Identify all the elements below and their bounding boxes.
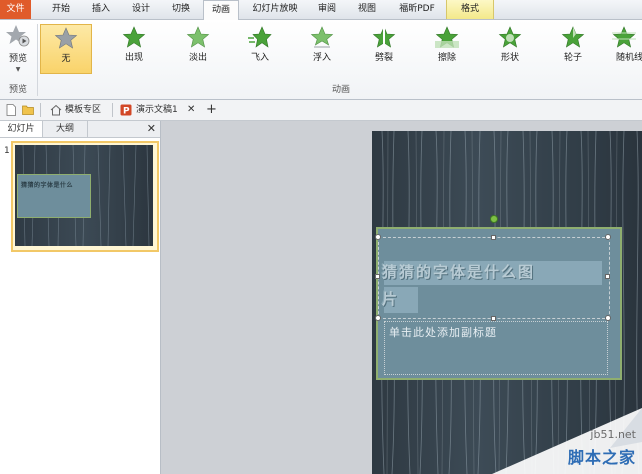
close-document-icon[interactable]: ✕ [187, 100, 195, 120]
tab-document[interactable]: 演示文稿1 [136, 100, 178, 120]
star-none-icon [54, 27, 78, 49]
effect-wheel[interactable]: 轮子 [547, 24, 599, 68]
effect-random-bars-label: 随机线 [616, 53, 642, 63]
close-pane-icon[interactable]: ✕ [147, 121, 156, 137]
effect-appear[interactable]: 出现 [108, 24, 160, 68]
pane-tabs: 幻灯片 大纲 ✕ [0, 121, 160, 138]
resize-handle-ne[interactable] [605, 234, 611, 240]
powerpoint-file-icon: P [120, 104, 132, 116]
slide-number: 1 [4, 146, 10, 156]
star-float-in-icon [310, 26, 334, 48]
tab-home[interactable]: 开始 [46, 0, 76, 19]
preview-dropdown-icon[interactable]: ▼ [16, 66, 21, 73]
group-label-preview: 预览 [8, 85, 27, 95]
tab-design[interactable]: 设计 [126, 0, 156, 19]
resize-handle-sw[interactable] [375, 315, 381, 321]
effect-fade-label: 淡出 [188, 53, 207, 63]
watermark-site: jb51.net [590, 428, 636, 441]
tab-slideshow[interactable]: 幻灯片放映 [246, 0, 304, 19]
document-tab-bar: 模板专区 P 演示文稿1 ✕ + [0, 100, 642, 121]
star-shape-icon [498, 26, 522, 48]
effect-split[interactable]: 劈裂 [358, 24, 410, 68]
star-wipe-icon [435, 26, 459, 48]
resize-handle-se[interactable] [605, 315, 611, 321]
open-folder-icon[interactable] [22, 104, 34, 116]
new-tab-button[interactable]: + [206, 100, 217, 120]
tab-slides[interactable]: 幻灯片 [0, 121, 43, 137]
thumbnail-panel [17, 174, 91, 218]
effect-none[interactable]: 无 [40, 24, 92, 74]
tab-view[interactable]: 视图 [352, 0, 382, 19]
resize-handle-w[interactable] [375, 274, 380, 279]
star-fade-icon [186, 26, 210, 48]
star-wheel-icon [561, 26, 585, 48]
effect-fade[interactable]: 淡出 [172, 24, 224, 68]
new-document-icon[interactable] [5, 104, 17, 116]
slide-thumbnail-image: 猜猜的字体是什么 [15, 145, 153, 246]
effect-wipe-label: 擦除 [437, 53, 456, 63]
watermark-name: 脚本之家 [567, 448, 636, 467]
tab-foxit-pdf[interactable]: 福昕PDF [392, 0, 442, 19]
effect-fly-in-label: 飞入 [250, 53, 269, 63]
tab-animations[interactable]: 动画 [203, 0, 239, 20]
effect-wipe[interactable]: 擦除 [421, 24, 473, 68]
svg-text:P: P [123, 107, 130, 117]
tab-review[interactable]: 审阅 [312, 0, 342, 19]
resize-handle-s[interactable] [491, 316, 496, 321]
effect-float-in[interactable]: 浮入 [296, 24, 348, 68]
group-separator [37, 24, 38, 96]
slides-pane: 幻灯片 大纲 ✕ 1 猜猜的字体是什么 [0, 121, 161, 474]
rotation-handle[interactable] [490, 215, 498, 223]
tab-insert[interactable]: 插入 [86, 0, 116, 19]
tab-template-zone[interactable]: 模板专区 [65, 100, 101, 120]
group-label-animation: 动画 [331, 85, 350, 95]
ribbon: 预览 ▼ 预览 无 出现 淡出 飞入 浮入 劈裂 擦除 形状 轮子 随机线 动画 [0, 20, 642, 100]
effect-shape[interactable]: 形状 [484, 24, 536, 68]
ribbon-tab-bar: 文件 开始 插入 设计 切换 动画 幻灯片放映 审阅 视图 福昕PDF 格式 [0, 0, 642, 20]
resize-handle-n[interactable] [491, 235, 496, 240]
tab-file[interactable]: 文件 [0, 0, 31, 19]
effect-fly-in[interactable]: 飞入 [234, 24, 286, 68]
star-random-bars-icon [612, 26, 636, 48]
preview-star-icon [6, 25, 30, 47]
preview-label: 预览 [8, 54, 27, 64]
effect-shape-label: 形状 [500, 53, 519, 63]
effect-wheel-label: 轮子 [563, 53, 582, 63]
slide-title-line-1: 猜猜的字体是什么图 [382, 263, 536, 281]
thumbnail-title: 猜猜的字体是什么 [21, 182, 74, 189]
slide-title-line-2: 片 [382, 290, 400, 308]
effect-random-bars[interactable]: 随机线 [606, 24, 642, 68]
tab-outline[interactable]: 大纲 [43, 121, 88, 137]
tab-transitions[interactable]: 切换 [166, 0, 196, 19]
subtitle-text[interactable]: 单击此处添加副标题 [389, 324, 497, 340]
effect-float-in-label: 浮入 [312, 53, 331, 63]
tab-format[interactable]: 格式 [446, 0, 494, 19]
slide-title[interactable]: 猜猜的字体是什么图 片 [382, 259, 602, 313]
effect-none-label: 无 [61, 54, 71, 64]
star-appear-icon [122, 26, 146, 48]
home-icon [50, 104, 62, 116]
divider [40, 103, 41, 117]
resize-handle-nw[interactable] [375, 234, 381, 240]
divider [112, 103, 113, 117]
watermark: jb51.net 脚本之家 [492, 408, 642, 474]
slide-thumbnail[interactable]: 猜猜的字体是什么 [11, 141, 159, 252]
effect-appear-label: 出现 [124, 53, 143, 63]
star-fly-in-icon [248, 26, 272, 48]
star-split-icon [372, 26, 396, 48]
resize-handle-e[interactable] [605, 274, 610, 279]
preview-button[interactable]: 预览 ▼ [3, 24, 33, 80]
effect-split-label: 劈裂 [374, 53, 393, 63]
